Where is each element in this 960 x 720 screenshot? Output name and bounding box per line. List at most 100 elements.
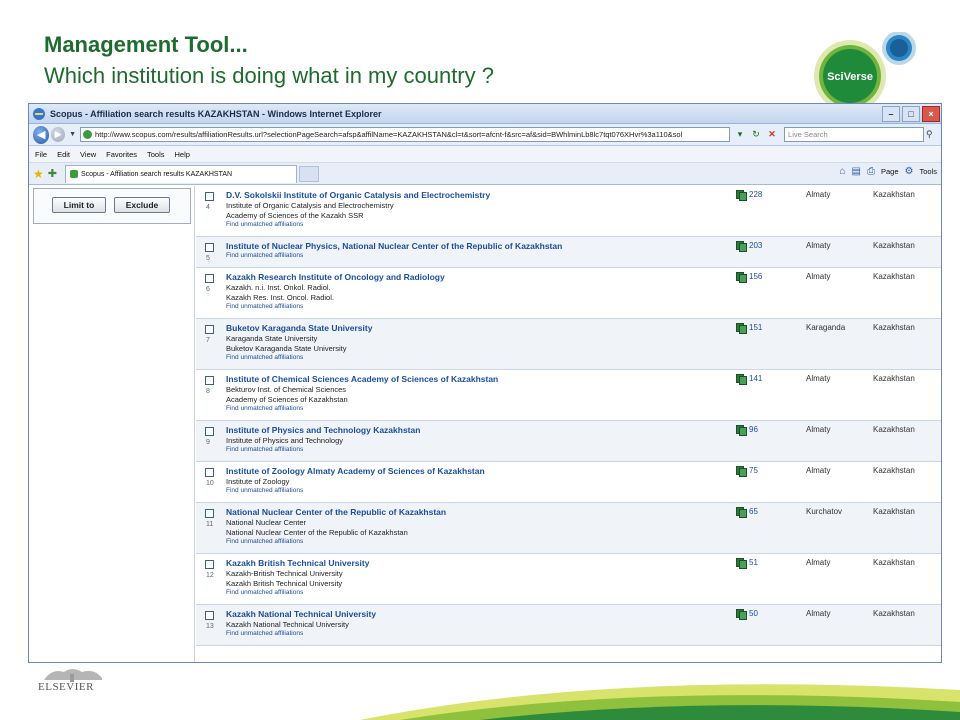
- url-field[interactable]: http://www.scopus.com/results/affiliatio…: [80, 127, 731, 142]
- menu-favorites[interactable]: Favorites: [106, 150, 137, 159]
- sciverse-logo-text: SciVerse: [827, 71, 873, 83]
- document-count[interactable]: 228: [736, 190, 762, 201]
- affiliation-name-link[interactable]: Buketov Karaganda State University: [226, 323, 372, 333]
- page-menu[interactable]: Page: [881, 167, 899, 176]
- find-unmatched-link[interactable]: Find unmatched affiliations: [226, 252, 303, 259]
- decorative-swoosh: [360, 684, 960, 720]
- result-checkbox[interactable]: [205, 192, 214, 201]
- result-checkbox[interactable]: [205, 243, 214, 252]
- affiliation-name-link[interactable]: Kazakh British Technical University: [226, 558, 369, 568]
- menu-view[interactable]: View: [80, 150, 96, 159]
- favorites-star-icon[interactable]: ★: [33, 167, 44, 181]
- exclude-button[interactable]: Exclude: [114, 197, 170, 213]
- find-unmatched-link[interactable]: Find unmatched affiliations: [226, 303, 303, 310]
- affiliation-name-link[interactable]: Institute of Zoology Almaty Academy of S…: [226, 466, 485, 476]
- country: Kazakhstan: [873, 241, 915, 250]
- document-count[interactable]: 203: [736, 241, 763, 252]
- document-count[interactable]: 156: [736, 272, 762, 283]
- affiliation-alias: Buketov Karaganda State University: [226, 344, 347, 353]
- document-count[interactable]: 151: [736, 323, 763, 334]
- document-count[interactable]: 141: [736, 374, 762, 385]
- tools-menu[interactable]: Tools: [919, 167, 937, 176]
- feeds-icon[interactable]: ▤: [852, 166, 861, 177]
- document-count[interactable]: 65: [736, 507, 758, 518]
- city: Kurchatov: [806, 507, 843, 516]
- find-unmatched-link[interactable]: Find unmatched affiliations: [226, 446, 303, 453]
- history-dropdown-icon[interactable]: ▼: [69, 131, 76, 138]
- result-checkbox[interactable]: [205, 560, 214, 569]
- result-row: 5 Institute of Nuclear Physics, National …: [196, 237, 941, 268]
- result-row: 7 Buketov Karaganda State University Karag…: [196, 319, 941, 370]
- document-count[interactable]: 50: [736, 609, 758, 620]
- minimize-button[interactable]: –: [882, 105, 900, 122]
- sciverse-logo: SciVerse: [814, 32, 916, 112]
- maximize-button[interactable]: □: [902, 105, 920, 122]
- menu-tools[interactable]: Tools: [147, 150, 165, 159]
- result-number: 5: [206, 255, 210, 262]
- limit-to-button[interactable]: Limit to: [52, 197, 106, 213]
- result-checkbox[interactable]: [205, 427, 214, 436]
- new-tab-button[interactable]: [298, 165, 319, 182]
- country: Kazakhstan: [873, 425, 915, 434]
- country: Kazakhstan: [873, 374, 915, 383]
- result-checkbox[interactable]: [205, 376, 214, 385]
- document-count-value: 203: [749, 241, 763, 250]
- tools-gear-icon[interactable]: ⚙: [905, 166, 914, 177]
- affiliation-name-link[interactable]: National Nuclear Center of the Republic …: [226, 507, 446, 517]
- stop-icon[interactable]: ✕: [764, 127, 780, 142]
- city: Almaty: [806, 609, 831, 618]
- print-icon[interactable]: ⎙: [867, 166, 875, 177]
- tab-favicon: [69, 170, 78, 178]
- affiliation-name-link[interactable]: Kazakh Research Institute of Oncology an…: [226, 272, 445, 282]
- country: Kazakhstan: [873, 190, 915, 199]
- result-checkbox[interactable]: [205, 274, 214, 283]
- find-unmatched-link[interactable]: Find unmatched affiliations: [226, 221, 303, 228]
- result-checkbox[interactable]: [205, 509, 214, 518]
- menu-help[interactable]: Help: [175, 150, 190, 159]
- result-checkbox[interactable]: [205, 468, 214, 477]
- affiliation-name-link[interactable]: D.V. Sokolskii Institute of Organic Cata…: [226, 190, 490, 200]
- refresh-icon[interactable]: ↻: [748, 127, 764, 142]
- menu-file[interactable]: File: [35, 150, 47, 159]
- affiliation-name-link[interactable]: Institute of Nuclear Physics, National N…: [226, 241, 562, 251]
- forward-button[interactable]: ▶: [51, 127, 66, 142]
- find-unmatched-link[interactable]: Find unmatched affiliations: [226, 405, 303, 412]
- result-row: 8 Institute of Chemical Sciences Academy …: [196, 370, 941, 421]
- find-unmatched-link[interactable]: Find unmatched affiliations: [226, 589, 303, 596]
- document-count[interactable]: 96: [736, 425, 758, 436]
- document-count[interactable]: 51: [736, 558, 758, 569]
- find-unmatched-link[interactable]: Find unmatched affiliations: [226, 354, 303, 361]
- document-count-value: 51: [749, 558, 758, 567]
- close-button[interactable]: ×: [922, 105, 940, 122]
- url-dropdown-icon[interactable]: ▾: [732, 127, 748, 142]
- affiliation-name-link[interactable]: Institute of Chemical Sciences Academy o…: [226, 374, 498, 384]
- find-unmatched-link[interactable]: Find unmatched affiliations: [226, 487, 303, 494]
- find-unmatched-link[interactable]: Find unmatched affiliations: [226, 630, 303, 637]
- add-favorites-icon[interactable]: ✚: [48, 167, 57, 180]
- tab-scopus[interactable]: Scopus - Affiliation search results KAZA…: [64, 164, 297, 183]
- affiliation-name-link[interactable]: Kazakh National Technical University: [226, 609, 376, 619]
- document-count-value: 65: [749, 507, 758, 516]
- result-row: 12 Kazakh British Technical University Kaz…: [196, 554, 941, 605]
- city: Almaty: [806, 241, 831, 250]
- menu-edit[interactable]: Edit: [57, 150, 70, 159]
- affiliation-alias: Institute of Physics and Technology: [226, 436, 344, 445]
- result-number: 10: [206, 480, 214, 487]
- window-title: Scopus - Affiliation search results KAZA…: [50, 108, 382, 119]
- search-icon[interactable]: ⚲: [926, 129, 937, 140]
- live-search-input[interactable]: Live Search: [784, 127, 925, 142]
- affiliation-alias: Karaganda State University: [226, 334, 318, 343]
- home-icon[interactable]: ⌂: [839, 166, 845, 177]
- back-button[interactable]: ◀: [33, 125, 50, 144]
- result-checkbox[interactable]: [205, 611, 214, 620]
- result-checkbox[interactable]: [205, 325, 214, 334]
- affiliation-name-link[interactable]: Institute of Physics and Technology Kaza…: [226, 425, 420, 435]
- result-row: 13 Kazakh National Technical University Ka…: [196, 605, 941, 646]
- affiliation-alias: Academy of Sciences of the Kazakh SSR: [226, 211, 364, 220]
- find-unmatched-link[interactable]: Find unmatched affiliations: [226, 538, 303, 545]
- slide: Management Tool... Which institution is …: [0, 0, 960, 720]
- document-count[interactable]: 75: [736, 466, 758, 477]
- document-count-value: 151: [749, 323, 763, 332]
- affiliation-alias: Institute of Organic Catalysis and Elect…: [226, 201, 394, 210]
- affiliation-alias: Institute of Zoology: [226, 477, 290, 486]
